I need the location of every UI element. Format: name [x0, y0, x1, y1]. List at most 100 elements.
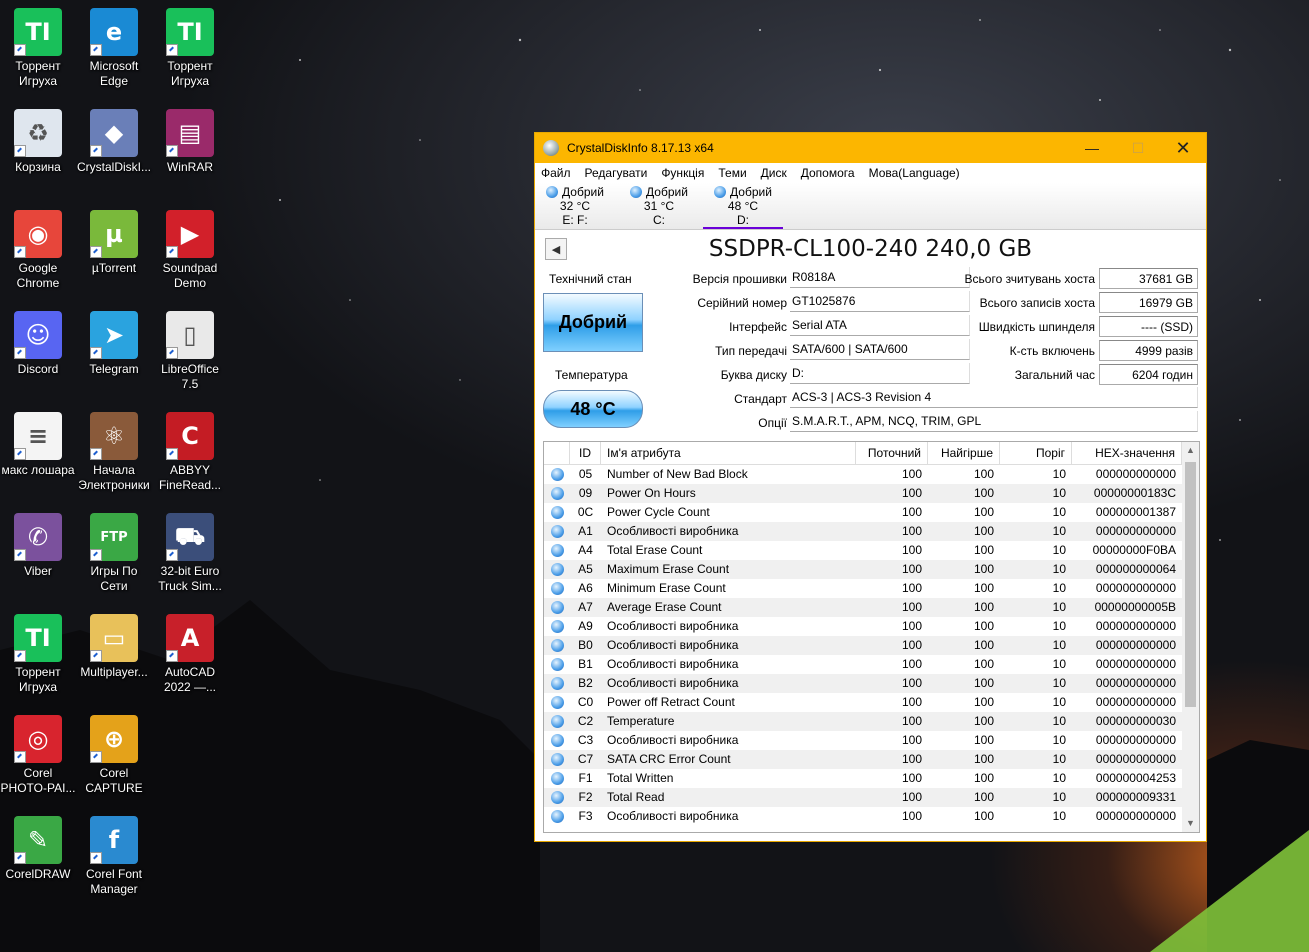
menu-themes[interactable]: Теми [718, 166, 746, 180]
title-bar[interactable]: CrystalDiskInfo 8.17.13 x64 — ☐ ✕ [535, 133, 1206, 163]
desktop-shortcut[interactable]: ◆ CrystalDiskI... [76, 109, 152, 175]
desktop-shortcut[interactable]: ⛟ 32-bit Euro Truck Sim... [152, 513, 228, 594]
table-row[interactable]: A5 Maximum Erase Count 100 100 10 00000000006… [544, 560, 1199, 579]
desktop-shortcut-label: Торрент Игруха [15, 665, 61, 694]
menu-function[interactable]: Функція [661, 166, 704, 180]
table-row[interactable]: A6 Minimum Erase Count 100 100 10 00000000000… [544, 579, 1199, 598]
menu-edit[interactable]: Редагувати [585, 166, 648, 180]
desktop-shortcut[interactable]: ✎ CorelDRAW [0, 816, 76, 882]
libreoffice-icon: ▯ [166, 311, 214, 359]
table-row[interactable]: F2 Total Read 100 100 10 000000009331 [544, 788, 1199, 807]
menu-disk[interactable]: Диск [761, 166, 787, 180]
desktop-shortcut[interactable]: µ µTorrent [76, 210, 152, 276]
menu-help[interactable]: Допомога [801, 166, 855, 180]
desktop-shortcut[interactable]: ▭ Multiplayer... [76, 614, 152, 680]
menu-language[interactable]: Мова(Language) [869, 166, 960, 180]
status-good-icon [550, 544, 564, 557]
threshold-cell: 10 [1052, 676, 1066, 690]
table-row[interactable]: A4 Total Erase Count 100 100 10 00000000F0BA [544, 541, 1199, 560]
disk-temp: 48 °C [727, 199, 759, 213]
table-row[interactable]: B2 Особливості виробника 100 100 10 000000000… [544, 674, 1199, 693]
desktop-shortcut[interactable]: TI Торрент Игруха [0, 8, 76, 89]
standard-value: ACS-3 | ACS-3 Revision 4 [790, 387, 1198, 408]
desktop-shortcut[interactable]: ♻ Корзина [0, 109, 76, 175]
desktop-shortcut[interactable]: FTP Игры По Сети [76, 513, 152, 594]
desktop-shortcut[interactable]: ✆ Viber [0, 513, 76, 579]
table-row[interactable]: B0 Особливості виробника 100 100 10 000000000… [544, 636, 1199, 655]
table-row[interactable]: B1 Особливості виробника 100 100 10 000000000… [544, 655, 1199, 674]
desktop-shortcut-label: Corel Font Manager [85, 867, 143, 896]
menu-bar: Файл Редагувати Функція Теми Диск Допомо… [535, 163, 1206, 183]
table-row[interactable]: 05 Number of New Bad Block 100 100 10 0000000… [544, 465, 1199, 484]
status-good-icon [550, 715, 564, 728]
maximize-button[interactable]: ☐ [1115, 133, 1161, 163]
disk-tab-c[interactable]: Добрий 31 °C C: [619, 185, 699, 227]
table-row[interactable]: F3 Особливості виробника 100 100 10 000000000… [544, 807, 1199, 826]
column-header-current[interactable]: Поточний [856, 442, 928, 464]
desktop-shortcut[interactable]: ◎ Corel PHOTO-PAI... [0, 715, 76, 796]
attribute-name-cell: SATA CRC Error Count [607, 752, 731, 766]
disk-temp: 32 °C [559, 199, 591, 213]
scroll-up-button[interactable]: ▲ [1182, 442, 1199, 459]
close-button[interactable]: ✕ [1160, 133, 1206, 163]
table-row[interactable]: C0 Power off Retract Count 100 100 10 0000000… [544, 693, 1199, 712]
current-cell: 100 [901, 752, 922, 766]
smart-attributes-table[interactable]: ID Ім'я атрибута Поточний Найгірше Поріг… [543, 441, 1200, 833]
desktop-shortcut[interactable]: ⊕ Corel CAPTURE [76, 715, 152, 796]
desktop-shortcut[interactable]: e Microsoft Edge [76, 8, 152, 89]
desktop-shortcut[interactable]: ⚛ Начала Электроники [76, 412, 152, 493]
table-row[interactable]: C2 Temperature 100 100 10 000000000030 [544, 712, 1199, 731]
desktop-shortcut[interactable]: A AutoCAD 2022 —... [152, 614, 228, 695]
desktop-shortcut[interactable]: ▯ LibreOffice 7.5 [152, 311, 228, 392]
table-row[interactable]: C3 Особливості виробника 100 100 10 000000000… [544, 731, 1199, 750]
desktop-shortcut[interactable]: f Corel Font Manager [76, 816, 152, 897]
disk-selector: Добрий 32 °C E: F: Добрий 31 °C C: Добри… [535, 183, 1206, 230]
status-cell [544, 674, 570, 693]
minimize-button[interactable]: — [1069, 133, 1115, 163]
table-row[interactable]: A9 Особливості виробника 100 100 10 000000000… [544, 617, 1199, 636]
worst-cell: 100 [973, 486, 994, 500]
desktop-shortcut[interactable]: ➤ Telegram [76, 311, 152, 377]
disk-tab-ef[interactable]: Добрий 32 °C E: F: [535, 185, 615, 227]
scrollbar-thumb[interactable] [1185, 462, 1196, 707]
menu-file[interactable]: Файл [541, 166, 571, 180]
desktop-shortcut[interactable]: ▶ Soundpad Demo [152, 210, 228, 291]
desktop-shortcut[interactable]: ◉ Google Chrome [0, 210, 76, 291]
desktop-shortcut-label: µTorrent [91, 261, 137, 275]
column-header-status[interactable] [544, 442, 570, 464]
current-cell: 100 [901, 638, 922, 652]
worst-cell: 100 [973, 771, 994, 785]
health-status-button[interactable]: Добрий [543, 293, 643, 352]
shortcut-arrow-icon [14, 751, 26, 763]
shortcut-arrow-icon [166, 650, 178, 662]
column-header-threshold[interactable]: Поріг [1000, 442, 1072, 464]
table-row[interactable]: F1 Total Written 100 100 10 000000004253 [544, 769, 1199, 788]
column-header-attribute[interactable]: Ім'я атрибута [601, 442, 856, 464]
desktop-shortcut[interactable]: TI Торрент Игруха [152, 8, 228, 89]
desktop-shortcut[interactable]: ☺ Discord [0, 311, 76, 377]
id-cell: B1 [578, 657, 593, 671]
desktop-shortcut[interactable]: ▤ WinRAR [152, 109, 228, 175]
table-row[interactable]: A7 Average Erase Count 100 100 10 00000000005… [544, 598, 1199, 617]
attribute-name-cell: Total Erase Count [607, 543, 703, 557]
scroll-down-button[interactable]: ▼ [1182, 815, 1199, 832]
current-cell: 100 [901, 733, 922, 747]
threshold-cell: 10 [1052, 524, 1066, 538]
attribute-name-cell: Особливості виробника [607, 524, 739, 538]
column-header-worst[interactable]: Найгірше [928, 442, 1000, 464]
disk-tab-d[interactable]: Добрий 48 °C D: [703, 185, 783, 229]
table-scrollbar[interactable]: ▲ ▼ [1182, 442, 1199, 832]
threshold-cell: 10 [1052, 581, 1066, 595]
table-row[interactable]: 09 Power On Hours 100 100 10 00000000183C [544, 484, 1199, 503]
attribute-name-cell: Power Cycle Count [607, 505, 710, 519]
table-row[interactable]: C7 SATA CRC Error Count 100 100 10 0000000000… [544, 750, 1199, 769]
column-header-raw-value[interactable]: HEX-значення [1072, 442, 1182, 464]
table-row[interactable]: A1 Особливості виробника 100 100 10 000000000… [544, 522, 1199, 541]
desktop-shortcut[interactable]: C ABBYY FineRead... [152, 412, 228, 493]
worst-cell: 100 [973, 619, 994, 633]
desktop-shortcut-label: CorelDRAW [5, 867, 71, 881]
desktop-shortcut[interactable]: TI Торрент Игруха [0, 614, 76, 695]
table-row[interactable]: 0C Power Cycle Count 100 100 10 000000001387 [544, 503, 1199, 522]
column-header-id[interactable]: ID [570, 442, 601, 464]
desktop-shortcut[interactable]: ≡ макс лошара [0, 412, 76, 478]
